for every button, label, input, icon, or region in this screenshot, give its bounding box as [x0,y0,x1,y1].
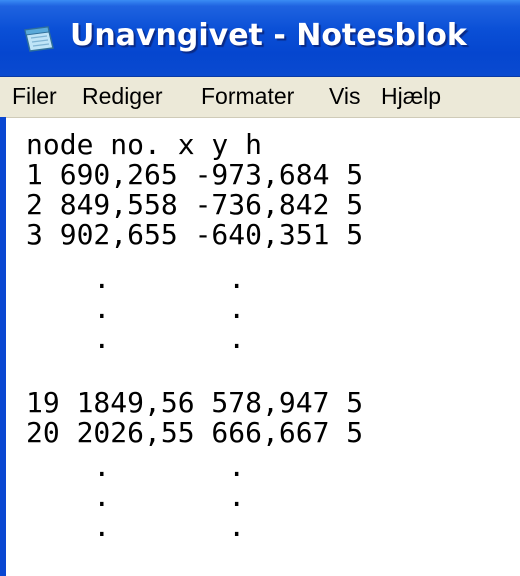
text-line: . . [26,450,246,483]
text-line: . . [26,510,246,543]
text-line: . . [26,480,246,513]
menu-item-formater[interactable]: Formater [201,83,294,110]
text-line: 20 2026,55 666,667 5 [26,416,364,449]
menu-item-rediger[interactable]: Rediger [82,83,163,110]
notepad-window: Unavngivet - Notesblok Filer Rediger For… [0,0,520,576]
text-editor[interactable]: node no. x y h 1 690,265 -973,684 5 2 84… [6,118,520,576]
text-line: 2 849,558 -736,842 5 [26,188,364,221]
text-line: . . [26,262,246,295]
menu-item-vis[interactable]: Vis [329,83,361,110]
text-line: . . [26,292,246,325]
text-line: node no. x y h [26,128,263,161]
menu-item-hjaelp[interactable]: Hjælp [381,83,441,110]
text-line: 19 1849,56 578,947 5 [26,386,364,419]
window-title: Unavngivet - Notesblok [70,18,467,53]
text-line: . . [26,322,246,355]
title-bar[interactable]: Unavngivet - Notesblok [0,0,520,77]
menu-bar: Filer Rediger Formater Vis Hjælp [0,77,520,118]
notepad-icon [24,26,54,52]
text-line: 3 902,655 -640,351 5 [26,218,364,251]
menu-item-filer[interactable]: Filer [12,83,57,110]
text-line: 1 690,265 -973,684 5 [26,158,364,191]
